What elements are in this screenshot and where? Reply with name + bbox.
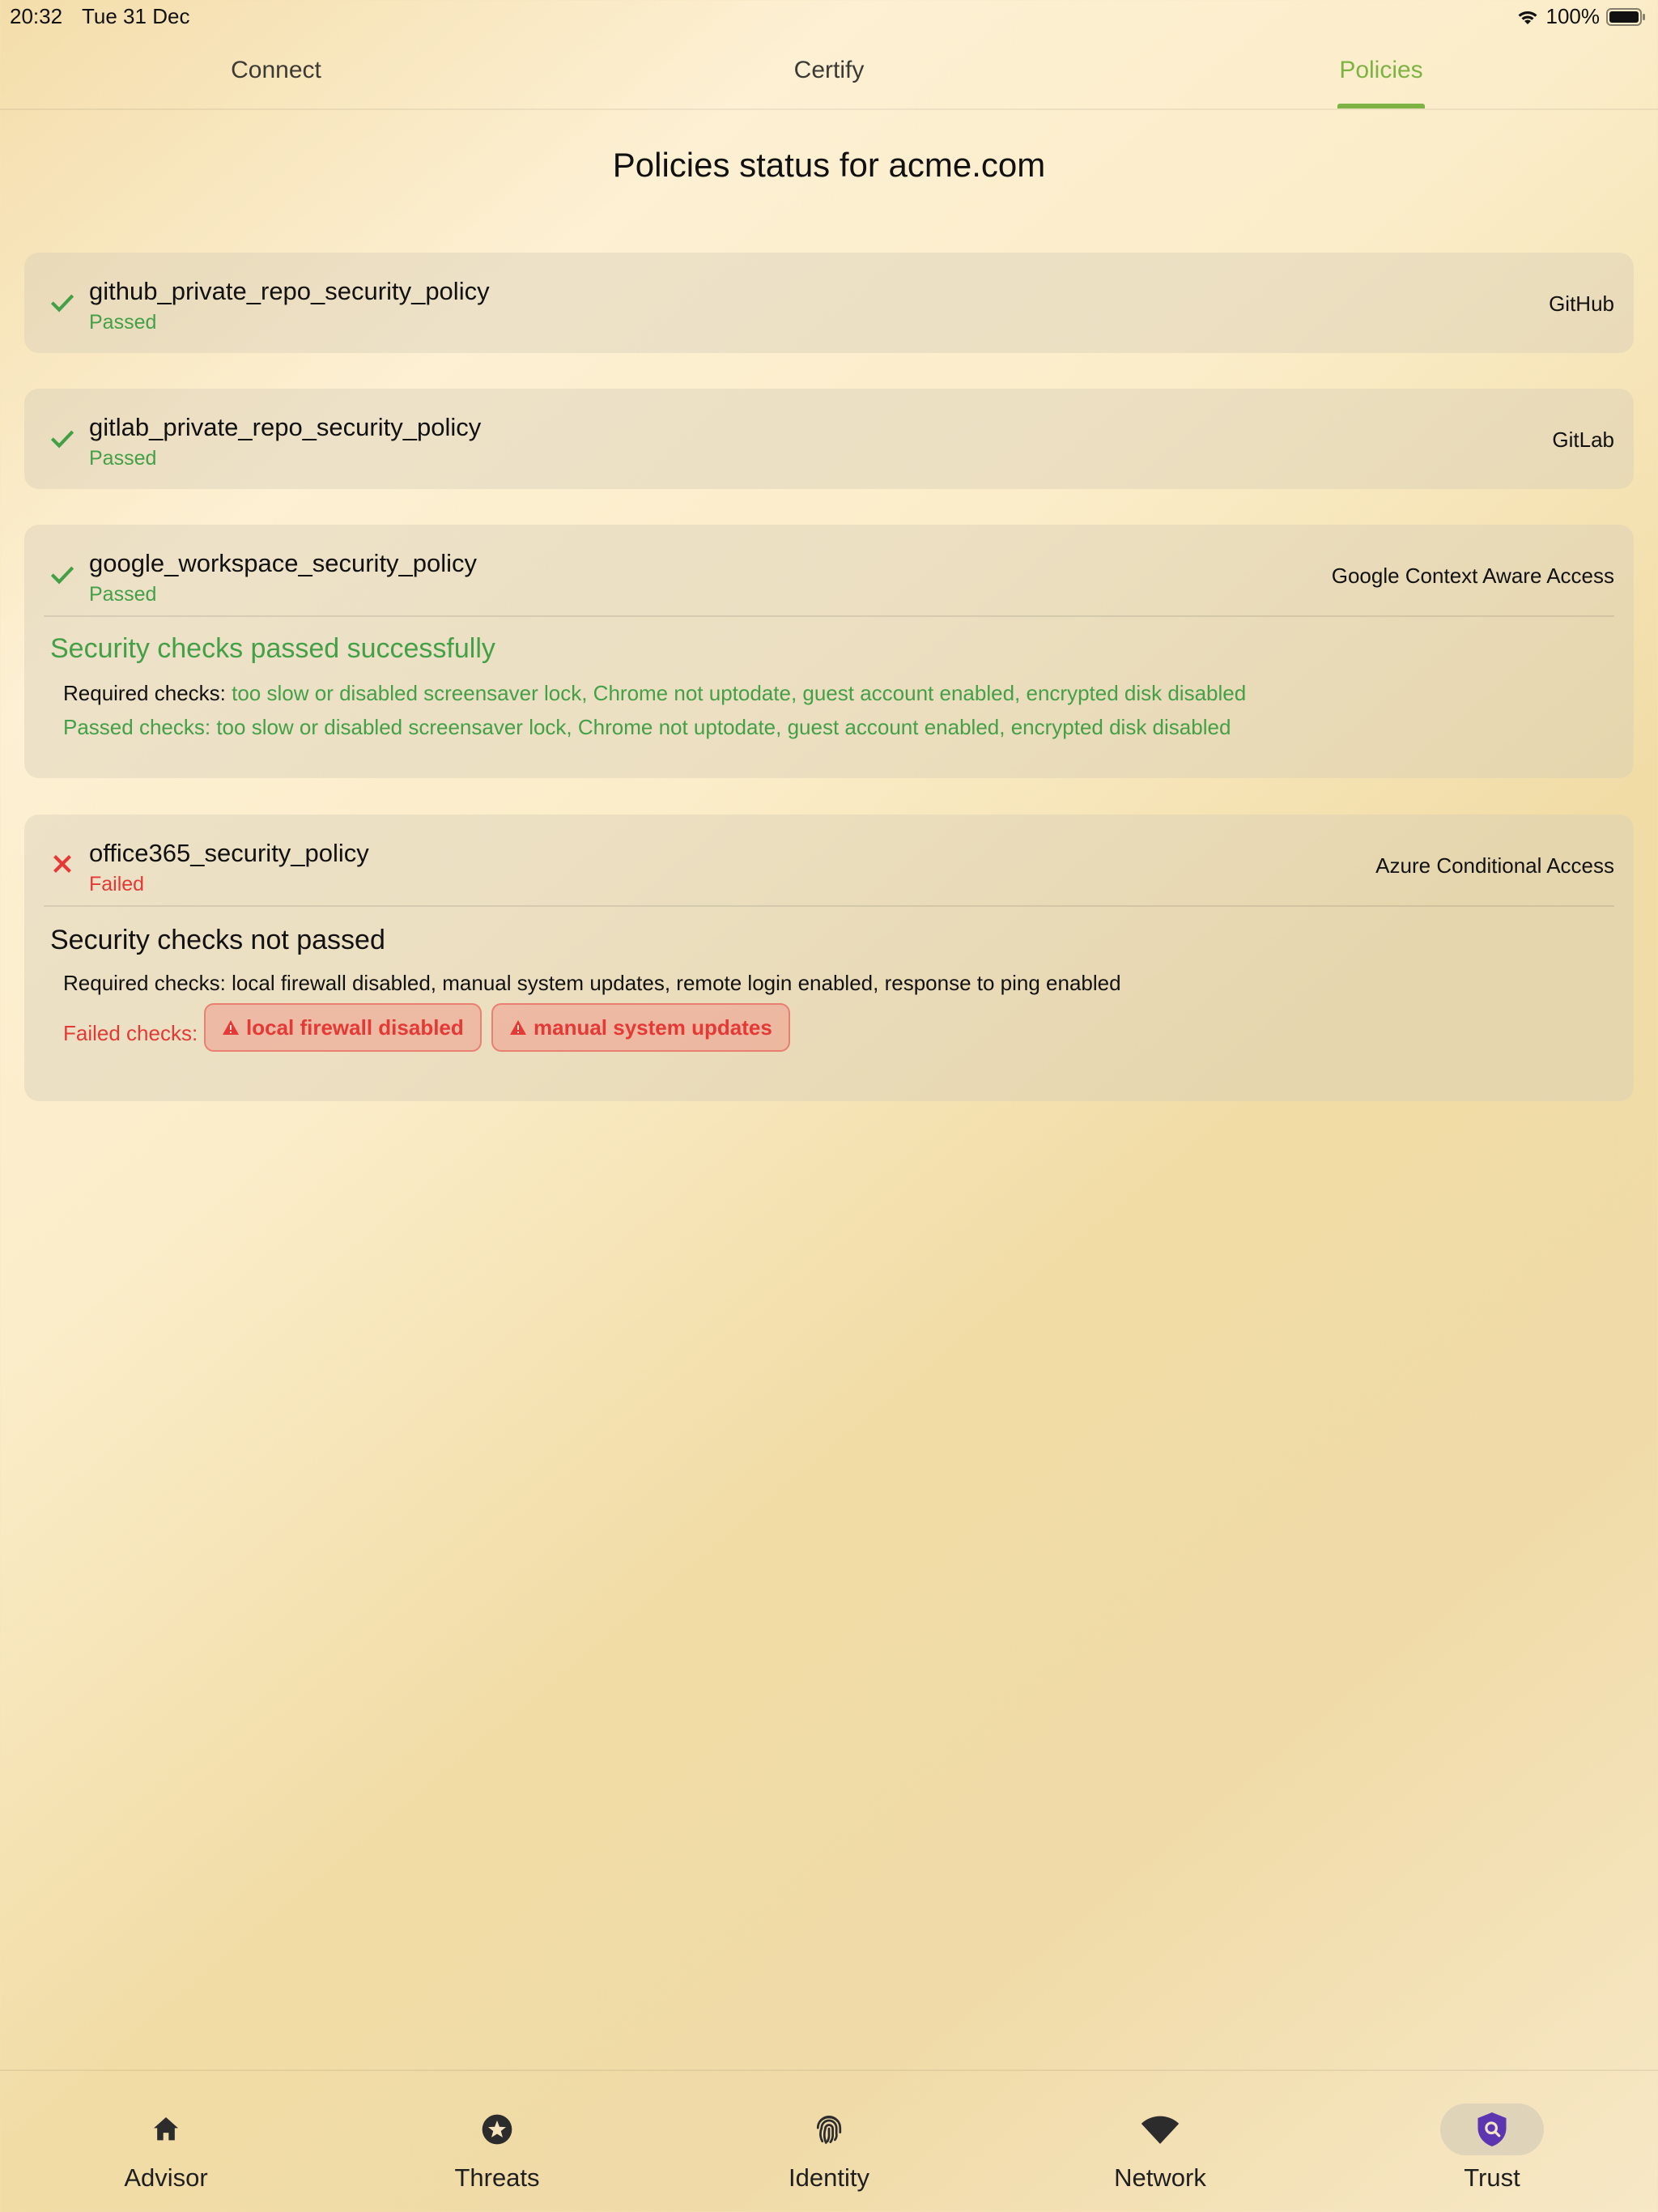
nav-advisor[interactable]: Advisor bbox=[69, 2071, 263, 2212]
status-date: Tue 31 Dec bbox=[82, 4, 190, 28]
policy-name: google_workspace_security_policy bbox=[89, 549, 478, 577]
policy-provider: Google Context Aware Access bbox=[1331, 564, 1614, 588]
details-title: Security checks passed successfully bbox=[50, 633, 495, 664]
tab-policies[interactable]: Policies bbox=[1339, 57, 1422, 84]
battery-percent: 100% bbox=[1545, 4, 1601, 28]
home-icon bbox=[154, 2117, 178, 2141]
failed-checks-label-text: Failed checks: bbox=[63, 1021, 198, 1045]
nav-threats[interactable]: Threats bbox=[400, 2071, 594, 2212]
required-checks-label: Required checks: bbox=[63, 681, 226, 705]
wifi-icon bbox=[1141, 2116, 1180, 2144]
policy-card-gitlab[interactable]: gitlab_private_repo_security_policy Pass… bbox=[24, 389, 1634, 489]
status-indicators: 100% bbox=[1516, 4, 1647, 29]
status-bar: 20:32 Tue 31 Dec 100% bbox=[0, 0, 1658, 32]
nav-icon-container bbox=[445, 2104, 549, 2155]
policy-provider: Azure Conditional Access bbox=[1375, 853, 1614, 878]
nav-label: Threats bbox=[454, 2163, 540, 2192]
nav-label: Advisor bbox=[124, 2163, 208, 2192]
nav-label: Identity bbox=[789, 2163, 869, 2192]
warning-icon bbox=[223, 1020, 239, 1035]
passed-checks: Passed checks: too slow or disabled scre… bbox=[63, 715, 1231, 740]
battery-icon bbox=[1606, 7, 1647, 27]
tab-certify[interactable]: Certify bbox=[794, 57, 865, 84]
nav-icon-container bbox=[1440, 2104, 1544, 2155]
failed-checks-chips: local firewall disabled manual system up… bbox=[204, 1003, 1580, 1052]
required-checks-value: too slow or disabled screensaver lock, C… bbox=[232, 681, 1247, 705]
policy-card-github[interactable]: github_private_repo_security_policy Pass… bbox=[24, 253, 1634, 353]
nav-network[interactable]: Network bbox=[1063, 2071, 1257, 2212]
nav-trust[interactable]: Trust bbox=[1395, 2071, 1589, 2212]
nav-label: Trust bbox=[1464, 2163, 1520, 2192]
failed-check-label: local firewall disabled bbox=[246, 1015, 464, 1040]
passed-checks-value: too slow or disabled screensaver lock, C… bbox=[216, 715, 1231, 739]
policy-status: Failed bbox=[89, 873, 145, 895]
nav-identity[interactable]: Identity bbox=[732, 2071, 926, 2212]
policy-name: office365_security_policy bbox=[89, 839, 369, 867]
policy-status: Passed bbox=[89, 447, 157, 470]
failed-checks-label: Failed checks: bbox=[63, 1021, 198, 1046]
nav-label: Network bbox=[1114, 2163, 1206, 2192]
bottom-navigation: Advisor Threats Identity Network Trust bbox=[0, 2069, 1658, 2212]
nav-icon-container bbox=[114, 2104, 218, 2155]
failed-check-label: manual system updates bbox=[534, 1015, 772, 1040]
check-icon bbox=[50, 566, 74, 585]
required-checks-value: local firewall disabled, manual system u… bbox=[232, 971, 1121, 995]
policy-provider: GitLab bbox=[1552, 428, 1614, 452]
failed-check-chip[interactable]: manual system updates bbox=[491, 1003, 790, 1052]
check-icon bbox=[50, 294, 74, 313]
required-checks-label: Required checks: bbox=[63, 971, 226, 995]
policy-card-google-workspace[interactable]: google_workspace_security_policy Passed … bbox=[24, 525, 1634, 778]
policy-card-office365[interactable]: office365_security_policy Failed Azure C… bbox=[24, 815, 1634, 1101]
required-checks: Required checks: too slow or disabled sc… bbox=[63, 681, 1246, 706]
active-tab-indicator bbox=[1337, 104, 1425, 108]
policy-status: Passed bbox=[89, 311, 157, 334]
tab-connect[interactable]: Connect bbox=[231, 57, 321, 84]
policy-name: github_private_repo_security_policy bbox=[89, 277, 490, 305]
wifi-status-icon bbox=[1516, 8, 1540, 26]
divider bbox=[44, 615, 1614, 617]
star-badge-icon bbox=[482, 2114, 512, 2145]
policy-name: gitlab_private_repo_security_policy bbox=[89, 413, 482, 441]
shield-search-icon bbox=[1477, 2112, 1507, 2146]
top-tab-bar: Connect Certify Policies bbox=[0, 32, 1658, 110]
close-icon bbox=[53, 855, 71, 873]
fingerprint-icon bbox=[816, 2116, 842, 2144]
required-checks: Required checks: local firewall disabled… bbox=[63, 971, 1121, 996]
policy-provider: GitHub bbox=[1549, 291, 1614, 316]
nav-icon-container bbox=[777, 2104, 881, 2155]
divider bbox=[44, 905, 1614, 907]
check-icon bbox=[50, 430, 74, 449]
status-time: 20:32 bbox=[10, 4, 63, 28]
details-title: Security checks not passed bbox=[50, 925, 385, 955]
nav-icon-container bbox=[1108, 2104, 1212, 2155]
warning-icon bbox=[510, 1020, 526, 1035]
passed-checks-label: Passed checks: bbox=[63, 715, 211, 739]
policy-status: Passed bbox=[89, 583, 157, 606]
page-title: Policies status for acme.com bbox=[612, 146, 1046, 184]
failed-check-chip[interactable]: local firewall disabled bbox=[204, 1003, 482, 1052]
